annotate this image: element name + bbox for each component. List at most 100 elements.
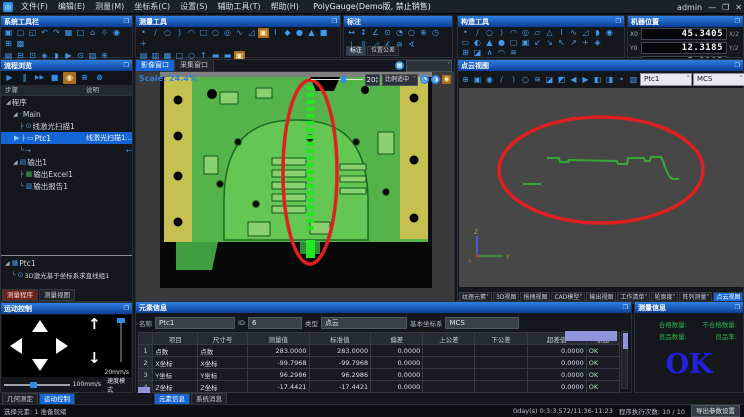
tool-icon[interactable]: ≋ xyxy=(532,75,543,85)
tree-label-excel[interactable]: 输出Excel1 xyxy=(33,169,132,180)
display-settings-icon[interactable]: ▦ xyxy=(395,61,404,70)
table-row[interactable]: 4Z坐标Z坐标-17.4421-17.44210.00000.0000OK xyxy=(139,381,620,393)
expander-icon[interactable]: ◢ xyxy=(6,99,11,106)
jog-z-up-button[interactable]: ↑ xyxy=(88,317,101,332)
z-speed-slider[interactable] xyxy=(120,318,122,362)
tool-icon[interactable]: ∢ xyxy=(406,40,417,50)
annotate-tab[interactable]: 位置公差 xyxy=(367,46,399,56)
image-view-tab[interactable]: 采集窗口 xyxy=(175,60,214,71)
tool-icon[interactable]: ⌂ xyxy=(87,28,98,38)
tree-row[interactable]: ◢▤ 输出1 xyxy=(1,156,132,168)
tool-icon[interactable]: ◎ xyxy=(222,28,233,38)
tool-icon[interactable]: ● xyxy=(496,38,507,48)
coordinate-system-combo[interactable]: MCS xyxy=(693,73,744,86)
tree-label-ptc1[interactable]: Ptc1 xyxy=(35,134,86,143)
window-icon[interactable]: ❐ xyxy=(124,62,129,69)
pause-button[interactable]: ‖ xyxy=(18,72,31,84)
tab-measure-view[interactable]: 测量视图 xyxy=(39,289,75,301)
result-tree-row[interactable]: └⊙ 3D激光基于坐标系求直线组1 xyxy=(1,269,132,281)
panel-tab[interactable]: 几何测定 xyxy=(2,393,38,405)
tool-icon[interactable]: ▩ xyxy=(15,39,26,49)
colormap-combo[interactable] xyxy=(406,60,452,72)
pan-icon[interactable]: ◔ xyxy=(420,75,429,84)
half-button[interactable]: Y/2 xyxy=(729,45,741,52)
tool-icon[interactable]: • xyxy=(616,75,627,85)
tool-icon[interactable]: ▣ xyxy=(520,38,531,48)
expander-icon[interactable]: ◢ xyxy=(5,260,10,267)
tool-icon[interactable]: ∕ xyxy=(472,28,483,38)
result-label-ptc1[interactable]: Ptc1 xyxy=(19,259,132,268)
tree-row[interactable]: ◢· Main xyxy=(1,108,132,120)
tool-icon[interactable]: □ xyxy=(75,28,86,38)
z-speed-slider-handle[interactable] xyxy=(117,318,125,323)
tool-icon[interactable]: ◐ xyxy=(472,38,483,48)
tool-icon[interactable]: ▦ xyxy=(63,28,74,38)
tool-icon[interactable]: ÷ xyxy=(138,39,149,49)
tool-icon[interactable]: ↖ xyxy=(556,38,567,48)
menu-item[interactable]: 坐标系(C) xyxy=(129,1,175,12)
tool-icon[interactable]: ⊕ xyxy=(418,28,429,38)
tool-icon[interactable]: ● xyxy=(294,28,305,38)
image-viewer[interactable]: Scale: 24.4% 20 ▴▾ 比例适中 ◔ ◑ ◉ xyxy=(136,72,454,301)
tool-icon[interactable]: ↷ xyxy=(51,28,62,38)
tool-icon[interactable]: ◀ xyxy=(568,75,579,85)
tool-icon[interactable]: ∠ xyxy=(370,28,381,38)
tool-icon[interactable]: ◧ xyxy=(592,75,603,85)
tool-icon[interactable]: ⊙ xyxy=(382,28,393,38)
pin-icon[interactable]: ❐ xyxy=(616,18,621,25)
tool-icon[interactable]: ↔ xyxy=(346,28,357,38)
jog-z-down-button[interactable]: ↓ xyxy=(88,351,101,366)
result-tree-row[interactable]: ◢▦ Ptc1 xyxy=(1,257,132,269)
insert-arrow-icon[interactable]: → xyxy=(25,146,126,155)
tool-icon[interactable]: I xyxy=(556,28,567,38)
jog-up-button[interactable] xyxy=(32,320,48,332)
table-row[interactable]: 2X坐标X坐标-99.7968-99.79680.00000.0000OK xyxy=(139,357,620,369)
tool-icon[interactable]: ◩ xyxy=(556,75,567,85)
tree-row[interactable]: ◢ 程序 xyxy=(1,96,132,108)
tab-measure-program[interactable]: 测量程序 xyxy=(2,289,38,301)
tool-icon[interactable]: ∿ xyxy=(234,28,245,38)
tool-icon[interactable]: ○ xyxy=(484,28,495,38)
tree-label-main[interactable]: Main xyxy=(23,110,132,119)
tool-icon[interactable]: ∕ xyxy=(496,75,507,85)
tool-icon[interactable]: ↗ xyxy=(568,38,579,48)
tool-icon[interactable]: ▧ xyxy=(628,75,639,85)
xy-speed-slider[interactable] xyxy=(4,384,70,386)
maximize-button[interactable]: ❐ xyxy=(722,3,729,12)
tool-icon[interactable]: □ xyxy=(198,28,209,38)
tool-icon[interactable]: ◿ xyxy=(246,28,257,38)
image-view-tab[interactable]: 影像窗口 xyxy=(136,60,175,71)
tree-row-selected[interactable]: ▶ ├ ▭ Ptc1 线激光扫描1... xyxy=(1,132,132,144)
fit-mode-combo[interactable]: 比例适中 xyxy=(382,74,418,86)
tool-icon[interactable]: ◱ xyxy=(27,28,38,38)
menu-item[interactable]: 文件(F) xyxy=(16,1,53,12)
tool-icon[interactable]: △ xyxy=(544,28,555,38)
tool-icon[interactable]: ☼ xyxy=(99,28,110,38)
tree-row[interactable]: ├⊙ 线激光扫描1 xyxy=(1,120,132,132)
close-button[interactable]: ✕ xyxy=(735,3,742,12)
jog-down-button[interactable] xyxy=(32,359,48,371)
jog-right-button[interactable] xyxy=(56,338,68,354)
tool-icon[interactable]: ⊕ xyxy=(460,75,471,85)
tree-row[interactable]: ├▦ 输出Excel1 xyxy=(1,168,132,180)
tool-icon[interactable]: • xyxy=(460,28,471,38)
tool-icon[interactable]: ◔ xyxy=(394,28,405,38)
tool-icon[interactable]: ⊞ xyxy=(460,48,471,58)
tool-icon[interactable]: ⊞ xyxy=(3,39,14,49)
tool-icon[interactable]: ■ xyxy=(318,28,329,38)
tool-icon[interactable]: ▣ xyxy=(258,28,269,38)
tool-icon[interactable]: ○ xyxy=(520,75,531,85)
tool-icon[interactable]: • xyxy=(138,28,149,38)
pin-icon[interactable]: ❐ xyxy=(735,62,740,69)
element-combo[interactable]: Ptc1 xyxy=(640,73,692,86)
tool-icon[interactable]: ▶ xyxy=(580,75,591,85)
play-button[interactable]: ▶ xyxy=(3,72,16,84)
pin-icon[interactable]: ❐ xyxy=(124,305,129,312)
tool-icon[interactable]: ◪ xyxy=(544,75,555,85)
name-field[interactable]: Ptc1 xyxy=(155,317,235,329)
menu-item[interactable]: 设置(S) xyxy=(175,1,212,12)
tool-icon[interactable]: ∧ xyxy=(484,48,495,58)
tool-icon[interactable]: ◉ xyxy=(604,28,615,38)
tool-icon[interactable]: ◆ xyxy=(282,28,293,38)
tool-icon[interactable]: ○ xyxy=(210,28,221,38)
